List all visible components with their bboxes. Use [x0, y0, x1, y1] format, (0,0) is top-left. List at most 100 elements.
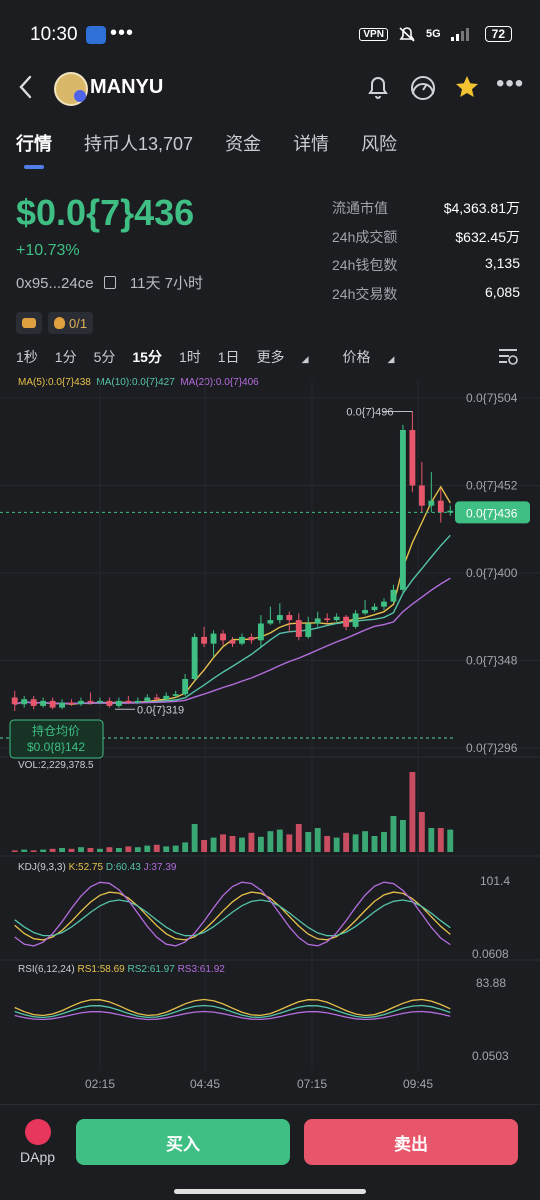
volume-bar [153, 844, 160, 852]
kline-chart[interactable]: 0.0{7}504 0.0{7}452 0.0{7}400 0.0{7}348 0.0{… [0, 380, 540, 1100]
volume-bar [418, 812, 425, 852]
candle [333, 616, 340, 621]
candle [399, 429, 406, 590]
volume-bar [97, 848, 103, 852]
tab-details[interactable]: 详情 [293, 130, 329, 156]
candle [201, 636, 208, 644]
candle [343, 616, 350, 627]
dapp-icon[interactable] [25, 1119, 51, 1145]
volume-bar [267, 831, 274, 852]
sell-button[interactable]: 卖出 [304, 1119, 518, 1165]
candle [106, 700, 113, 706]
kdj-legend: KDJ(9,3,3) K:52.75 D:60.43 J:37.39 [18, 862, 177, 873]
kdj-max-label: 101.4 [480, 874, 510, 888]
interval-1d[interactable]: 1日 [218, 347, 240, 367]
volume-bar [134, 847, 141, 852]
top-bar: MANYU ••• [0, 68, 540, 108]
battery-icon: 72 [484, 26, 512, 42]
y-tick-label: 0.0{7}452 [466, 479, 518, 493]
more-icon[interactable]: ••• [496, 70, 524, 98]
stat-label: 24h交易数 [332, 285, 398, 302]
volume-bar [239, 837, 245, 852]
candle [115, 700, 122, 706]
volume-bar [437, 828, 444, 852]
volume-bar [182, 842, 189, 852]
price-mode-label: 价格 [342, 349, 371, 365]
dropdown-triangle-icon: ◢ [301, 354, 309, 364]
volume-bar [163, 846, 170, 852]
buy-button[interactable]: 买入 [76, 1119, 290, 1165]
candle [59, 702, 66, 708]
status-time: 10:30 [30, 24, 78, 45]
ma5-line [14, 485, 451, 706]
token-age: 11天 7小时 [129, 275, 203, 292]
signal-5g-icon: 5G [425, 28, 441, 40]
stats-panel: 流通市值 $4,363.81万 24h成交额 $632.45万 24h钱包数 3,13… [332, 198, 520, 312]
token-address[interactable]: 0x95...24ce [16, 275, 94, 292]
volume-bar [399, 820, 406, 852]
candle [78, 700, 84, 705]
token-address-row: 0x95...24ce 11天 7小时 [16, 272, 203, 293]
max-price-label: 0.0{7}496 [346, 406, 393, 418]
candle [30, 699, 37, 706]
x-tick-label: 07:15 [297, 1077, 327, 1091]
star-icon[interactable] [454, 74, 480, 106]
back-icon[interactable] [18, 74, 34, 107]
tab-funds[interactable]: 资金 [225, 130, 261, 156]
candle [257, 623, 264, 641]
tab-market[interactable]: 行情 [16, 130, 52, 156]
volume-label: VOL:2,229,378.5 [18, 760, 94, 771]
interval-1s[interactable]: 1秒 [16, 347, 38, 367]
tab-risk[interactable]: 风险 [361, 130, 397, 156]
candle [11, 697, 18, 705]
volume-bar [49, 848, 56, 852]
candle [267, 620, 274, 624]
volume-bar [276, 829, 283, 852]
tab-holders[interactable]: 持币人13,707 [84, 130, 193, 156]
interval-5m[interactable]: 5分 [94, 347, 116, 367]
candle [352, 613, 359, 627]
interval-more[interactable]: 更多 ◢ [257, 347, 326, 367]
stat-label: 流通市值 [332, 200, 388, 216]
bell-icon[interactable] [366, 74, 390, 106]
volume-bar [295, 824, 302, 852]
tab-bar: 行情 持币人13,707 资金 详情 风险 [16, 130, 429, 156]
price-mode[interactable]: 价格 ◢ [342, 347, 411, 367]
volume-bar [40, 849, 47, 852]
candle [437, 500, 444, 513]
volume-bar [343, 832, 350, 852]
interval-1m[interactable]: 1分 [55, 347, 77, 367]
volume-bar [371, 836, 378, 852]
tab-underline [24, 165, 44, 169]
kdj-j-line [14, 881, 451, 947]
candle [210, 633, 217, 644]
min-price-label: 0.0{7}319 [137, 704, 184, 716]
rsi-min-label: 0.0503 [472, 1049, 509, 1063]
gauge-icon[interactable] [409, 74, 437, 108]
volume-bar [428, 828, 435, 852]
interval-15m[interactable]: 15分 [132, 347, 162, 367]
coins-tag[interactable] [16, 312, 42, 334]
volume-bar [11, 850, 18, 852]
chart-settings-icon[interactable] [498, 348, 518, 371]
wifi-signal-icon [450, 28, 469, 41]
interval-1h[interactable]: 1时 [179, 347, 201, 367]
stat-row: 24h交易数 6,085 [332, 284, 520, 313]
dapp-label[interactable]: DApp [20, 1149, 55, 1165]
volume-bar [333, 837, 340, 852]
money-bag-tag[interactable]: 0/1 [48, 312, 94, 334]
x-tick-label: 09:45 [403, 1077, 433, 1091]
candle [163, 695, 170, 700]
avg-cost-title: 持仓均价 [32, 723, 80, 738]
copy-icon[interactable] [103, 276, 116, 289]
candle [248, 636, 255, 641]
avg-cost-value: $0.0{8}142 [27, 740, 85, 754]
vpn-icon: VPN [359, 27, 388, 41]
rsi-3-line [14, 1010, 451, 1021]
stat-row: 24h成交额 $632.45万 [332, 227, 520, 256]
x-tick-label: 02:15 [85, 1077, 115, 1091]
y-tick-label: 0.0{7}296 [466, 741, 518, 755]
candle [144, 697, 151, 701]
candle [40, 700, 47, 706]
rsi-max-label: 83.88 [476, 976, 506, 990]
